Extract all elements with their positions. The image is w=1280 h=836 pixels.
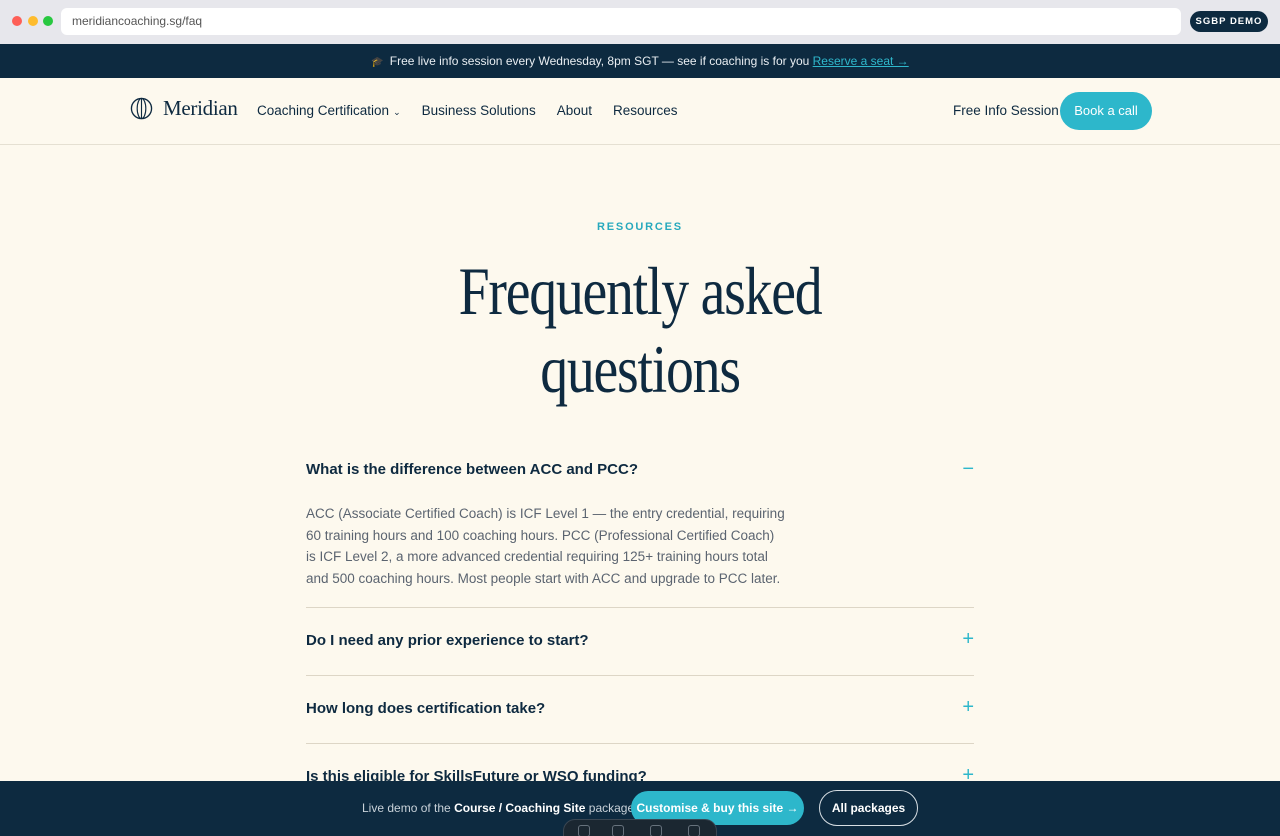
faq-list: What is the difference between ACC and P… — [306, 450, 974, 786]
demo-bottom-bar: Live demo of the Course / Coaching Site … — [0, 781, 1280, 836]
book-call-button[interactable]: Book a call — [1060, 92, 1152, 130]
browser-chrome: meridiancoaching.sg/faq SGBP DEMO — [0, 0, 1280, 44]
dock-toolbar — [563, 819, 717, 836]
brand-logo[interactable]: Meridian — [130, 96, 238, 121]
nav-business-solutions[interactable]: Business Solutions — [422, 103, 536, 118]
address-bar[interactable]: meridiancoaching.sg/faq — [61, 8, 1181, 35]
expand-icon[interactable]: + — [962, 696, 974, 719]
faq-item: Is this eligible for SkillsFuture or WSQ… — [306, 744, 974, 786]
minimize-window-button[interactable] — [28, 16, 38, 26]
brand-name: Meridian — [163, 96, 238, 120]
dock-app-icon[interactable] — [612, 825, 624, 836]
graduation-cap-icon: 🎓 — [371, 57, 384, 68]
dock-app-icon[interactable] — [688, 825, 700, 836]
nav-resources[interactable]: Resources — [613, 103, 678, 118]
faq-question-button[interactable]: How long does certification take? + — [306, 696, 974, 718]
dock-app-icon[interactable] — [578, 825, 590, 836]
section-eyebrow: RESOURCES — [597, 221, 683, 233]
nav-coaching-certification[interactable]: Coaching Certification ⌄ — [257, 103, 401, 118]
announcement-text: Free live info session every Wednesday, … — [389, 54, 810, 68]
faq-item: What is the difference between ACC and P… — [306, 450, 974, 608]
faq-question: How long does certification take? — [306, 700, 546, 717]
meridian-globe-icon — [130, 97, 153, 120]
faq-answer: ACC (Associate Certified Coach) is ICF L… — [306, 506, 785, 586]
main-nav: Meridian Coaching Certification ⌄ Busines… — [0, 78, 1280, 145]
demo-badge: SGBP DEMO — [1190, 11, 1268, 32]
all-packages-button[interactable]: All packages — [819, 790, 918, 826]
collapse-icon[interactable]: − — [962, 458, 974, 481]
reserve-seat-link[interactable]: Reserve a seat → — [813, 54, 909, 68]
demo-package-name: Course / Coaching Site — [454, 801, 586, 815]
nav-link-label: Coaching Certification — [257, 103, 390, 118]
maximize-window-button[interactable] — [43, 16, 53, 26]
demo-package-text: Live demo of the Course / Coaching Site … — [362, 801, 637, 815]
faq-question: What is the difference between ACC and P… — [306, 461, 638, 478]
close-window-button[interactable] — [12, 16, 22, 26]
faq-question-button[interactable]: Do I need any prior experience to start?… — [306, 628, 974, 650]
announcement-bar: 🎓 Free live info session every Wednesday,… — [0, 44, 1280, 78]
page-title: Frequently asked questions — [458, 253, 823, 407]
faq-question: Do I need any prior experience to start? — [306, 632, 589, 649]
faq-item: Do I need any prior experience to start?… — [306, 608, 974, 676]
free-info-session-link[interactable]: Free Info Session — [953, 103, 1059, 118]
nav-about[interactable]: About — [557, 103, 592, 118]
expand-icon[interactable]: + — [962, 628, 974, 651]
faq-item: How long does certification take? + — [306, 676, 974, 744]
demo-prefix: Live demo of the — [362, 801, 451, 815]
dock-app-icon[interactable] — [650, 825, 662, 836]
chevron-down-icon: ⌄ — [393, 107, 401, 117]
faq-question-button[interactable]: What is the difference between ACC and P… — [306, 458, 974, 481]
nav-links: Coaching Certification ⌄ Business Solutio… — [257, 103, 699, 118]
